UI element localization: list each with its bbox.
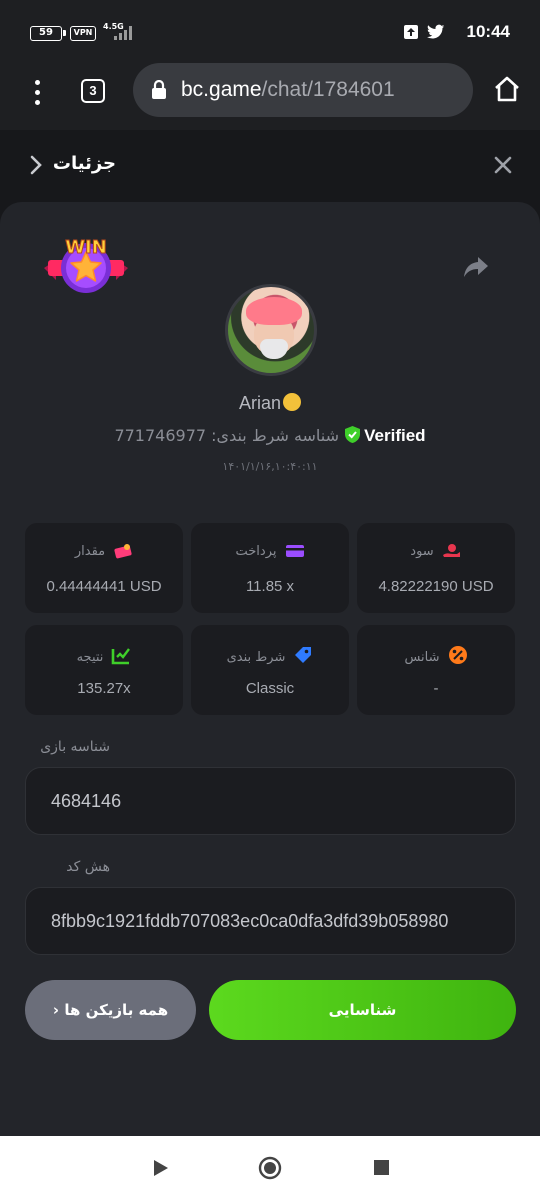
- game-id-label: شناسه بازی: [40, 739, 110, 755]
- url-host: bc.game: [181, 78, 262, 101]
- browser-toolbar: 3 bc.game/chat/1784601: [0, 60, 540, 130]
- play-icon[interactable]: [152, 1158, 170, 1178]
- bet-date: ۱۴۰۱/۱/۱۶,۱۰:۴۰:۱۱: [222, 460, 318, 473]
- verify-button[interactable]: شناسایی: [209, 980, 516, 1040]
- hash-label: هش کد: [66, 859, 110, 875]
- details-header: جزئیات: [0, 130, 540, 202]
- bet-id-line: شناسه شرط بندی: 771746977 Verified: [0, 425, 540, 446]
- system-nav-bar: [0, 1136, 540, 1200]
- status-bar: 59 VPN 4.5G 10:44: [0, 0, 540, 60]
- percent-icon: [448, 646, 467, 664]
- signal-icon: [110, 26, 134, 40]
- profit-icon: [442, 544, 460, 557]
- bet-id-text: شناسه شرط بندی: 771746977: [114, 426, 340, 445]
- verified-label: Verified: [364, 426, 426, 445]
- all-players-label: همه بازیکن ها: [64, 1001, 169, 1019]
- avatar: [225, 284, 317, 376]
- stat-label: شانس: [357, 645, 515, 665]
- home-circle-icon[interactable]: [258, 1156, 282, 1180]
- stat-amount: مقدار 0.44444441 USD: [25, 523, 183, 613]
- stat-payment: پرداخت 11.85 x: [191, 523, 349, 613]
- stat-result: نتیجه 135.27x: [25, 625, 183, 715]
- stat-profit: سود 4.82222190 USD: [357, 523, 515, 613]
- verified-shield-icon: [345, 426, 361, 443]
- address-bar[interactable]: bc.game/chat/1784601: [133, 63, 473, 117]
- page-title: جزئیات: [52, 153, 116, 174]
- stat-value: 0.44444441 USD: [46, 578, 162, 595]
- chevron-right-icon[interactable]: [28, 154, 44, 176]
- twitter-icon: [427, 24, 445, 39]
- browser-menu-icon[interactable]: [28, 78, 48, 108]
- home-icon[interactable]: [493, 75, 521, 103]
- username-text: Arian: [238, 393, 282, 413]
- url-text: bc.game/chat/1784601: [181, 78, 395, 102]
- stat-value: -: [433, 680, 439, 697]
- amount-icon: [114, 544, 132, 559]
- url-path: /chat/1784601: [261, 78, 395, 101]
- vpn-indicator: VPN: [70, 26, 96, 41]
- stat-label: شرط بندی: [191, 645, 349, 665]
- stat-label: مقدار: [25, 543, 183, 559]
- hash-field[interactable]: 8fbb9c1921fddb707083ec0ca0dfa3dfd39b0589…: [25, 887, 516, 955]
- stat-label: سود: [357, 543, 515, 559]
- stat-label: نتیجه: [25, 645, 183, 665]
- close-icon[interactable]: [493, 155, 513, 175]
- stat-value: 11.85 x: [245, 578, 295, 595]
- emoji-icon: [283, 393, 302, 411]
- win-badge-label: WIN: [65, 237, 107, 258]
- tab-switcher-button[interactable]: 3: [81, 79, 105, 103]
- stat-value: 4.82222190 USD: [378, 578, 494, 595]
- game-id-field[interactable]: 4684146: [25, 767, 516, 835]
- upload-icon: [404, 25, 418, 39]
- stat-value: Classic: [245, 680, 295, 697]
- chevron-left-icon: ‹: [52, 1001, 60, 1019]
- battery-indicator: 59: [30, 26, 66, 41]
- share-icon[interactable]: [462, 255, 490, 279]
- all-players-button[interactable]: همه بازیکن ها ‹: [25, 980, 196, 1040]
- lock-icon: [152, 80, 166, 99]
- clock: 10:44: [466, 22, 510, 41]
- win-badge-icon: WIN: [44, 237, 128, 293]
- recents-square-icon[interactable]: [373, 1159, 390, 1176]
- username: Arian: [0, 393, 540, 414]
- stat-label: پرداخت: [191, 543, 349, 559]
- result-icon: [112, 648, 131, 665]
- stat-value: 135.27x: [77, 680, 131, 697]
- stat-bet-type: شرط بندی Classic: [191, 625, 349, 715]
- payment-card-icon: [285, 545, 304, 557]
- stat-chance: شانس -: [357, 625, 515, 715]
- bet-tag-icon: [295, 647, 312, 663]
